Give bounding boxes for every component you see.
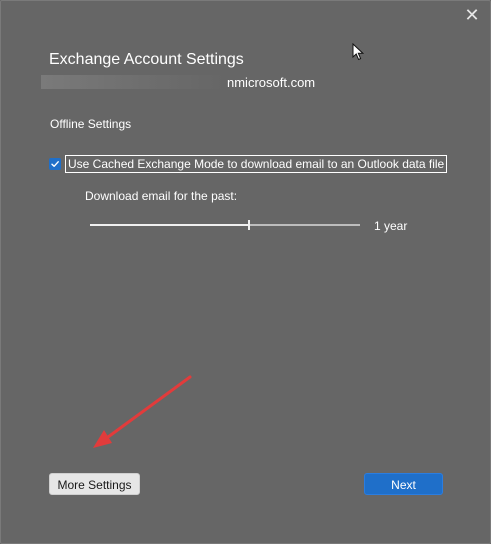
slider-thumb[interactable] <box>248 220 250 230</box>
cached-exchange-mode-option[interactable]: Use Cached Exchange Mode to download ema… <box>49 155 448 173</box>
download-email-label: Download email for the past: <box>85 189 238 203</box>
email-redacted-block <box>41 75 227 89</box>
download-period-slider[interactable] <box>90 219 360 231</box>
close-icon[interactable]: ✕ <box>463 6 481 24</box>
offline-settings-heading: Offline Settings <box>50 117 132 131</box>
account-email: nmicrosoft.com <box>41 73 315 91</box>
mouse-cursor-icon <box>352 43 364 61</box>
cached-mode-label[interactable]: Use Cached Exchange Mode to download ema… <box>65 155 448 173</box>
more-settings-button[interactable]: More Settings <box>49 473 140 495</box>
cached-mode-checkbox[interactable] <box>49 158 61 170</box>
checkmark-icon <box>51 161 59 167</box>
slider-fill <box>90 224 249 226</box>
next-button[interactable]: Next <box>364 473 443 495</box>
download-period-value: 1 year <box>374 219 408 233</box>
email-domain-text: nmicrosoft.com <box>227 74 316 90</box>
dialog-title: Exchange Account Settings <box>49 51 244 68</box>
exchange-account-settings-dialog: ✕ Exchange Account Settings nmicrosoft.c… <box>0 0 491 544</box>
